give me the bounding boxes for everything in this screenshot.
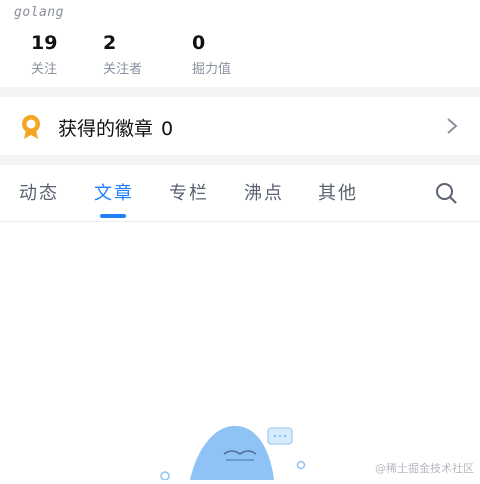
badges-count: 0 bbox=[161, 118, 174, 140]
tab-activity[interactable]: 动态 bbox=[19, 179, 59, 205]
username: golang bbox=[14, 5, 64, 20]
stat-following-label: 关注 bbox=[31, 62, 58, 77]
badge-medal-icon bbox=[22, 115, 40, 139]
stat-power-label: 掘力值 bbox=[192, 62, 232, 77]
badges-label: 获得的徽章 bbox=[58, 118, 154, 140]
badges-text: 获得的徽章 0 bbox=[58, 114, 173, 141]
tab-articles[interactable]: 文章 bbox=[94, 179, 134, 205]
stat-followers[interactable]: 2 关注者 bbox=[103, 32, 142, 77]
tab-pins[interactable]: 沸点 bbox=[244, 179, 284, 205]
stat-following[interactable]: 19 关注 bbox=[31, 32, 57, 77]
articles-content bbox=[0, 222, 480, 481]
badges-row[interactable]: 获得的徽章 0 bbox=[0, 97, 480, 155]
search-icon[interactable] bbox=[434, 181, 458, 205]
stat-power-value: 0 bbox=[192, 32, 206, 54]
tab-others[interactable]: 其他 bbox=[318, 179, 358, 205]
stat-followers-value: 2 bbox=[103, 32, 117, 54]
stat-followers-label: 关注者 bbox=[103, 62, 143, 77]
empty-state-illustration-icon bbox=[160, 425, 306, 481]
watermark: @稀土掘金技术社区 bbox=[375, 462, 474, 475]
tab-columns[interactable]: 专栏 bbox=[169, 179, 209, 205]
section-divider bbox=[0, 87, 480, 97]
chevron-right-icon bbox=[447, 118, 458, 134]
stat-power[interactable]: 0 掘力值 bbox=[192, 32, 231, 77]
section-divider bbox=[0, 155, 480, 165]
tab-bar: 动态 文章 专栏 沸点 其他 bbox=[0, 165, 480, 222]
stat-following-value: 19 bbox=[31, 32, 58, 54]
profile-stats: 19 关注 2 关注者 0 掘力值 bbox=[0, 32, 480, 82]
active-tab-indicator bbox=[100, 214, 126, 218]
